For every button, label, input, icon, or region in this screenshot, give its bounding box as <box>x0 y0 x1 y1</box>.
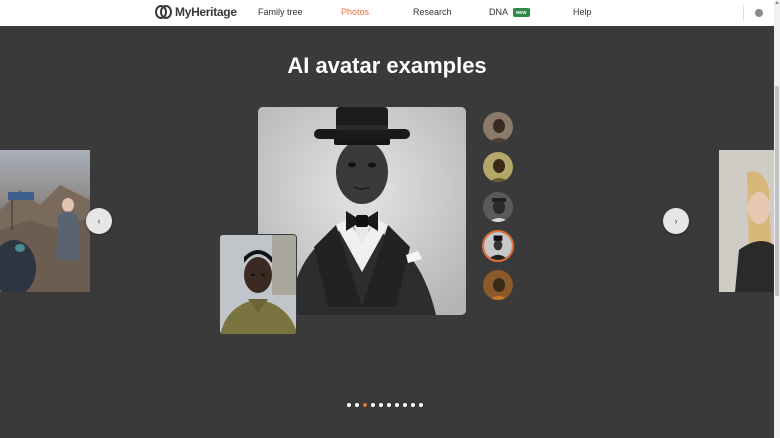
nav-photos[interactable]: Photos <box>341 7 369 17</box>
avatar-thumbnail-image <box>484 232 512 260</box>
next-slide-preview[interactable] <box>719 150 774 292</box>
logo-text: MyHeritage <box>175 5 237 19</box>
pagination-dot[interactable] <box>403 403 407 407</box>
prev-slide-preview[interactable] <box>0 150 90 292</box>
pagination-dot[interactable] <box>419 403 423 407</box>
pagination-dot[interactable] <box>395 403 399 407</box>
avatar-thumbnail-active[interactable] <box>482 230 514 262</box>
avatar-thumbnail[interactable] <box>482 151 514 183</box>
logo-icon <box>155 5 172 19</box>
original-photo <box>219 234 297 335</box>
pagination-dot[interactable] <box>371 403 375 407</box>
avatar-thumbnail-image <box>483 152 513 182</box>
avatar-thumbnail[interactable] <box>482 269 514 301</box>
avatar-thumbnail-image <box>483 112 513 142</box>
pagination-dot-active[interactable] <box>363 403 367 407</box>
nav-dna-label: DNA <box>489 7 509 17</box>
new-badge: NEW <box>513 8 530 17</box>
page-scrollbar[interactable] <box>774 0 780 438</box>
nav-dna[interactable]: DNA NEW <box>489 7 530 17</box>
avatar-thumbnail-image <box>483 270 513 300</box>
pagination-dot[interactable] <box>379 403 383 407</box>
carousel-pagination <box>347 403 423 407</box>
nav-research[interactable]: Research <box>413 7 452 17</box>
avatar-thumbnail[interactable] <box>482 111 514 143</box>
scroll-up-icon[interactable] <box>775 1 779 4</box>
landscape-photo <box>0 185 90 292</box>
section-title: AI avatar examples <box>287 53 487 78</box>
carousel-prev-button[interactable]: ‹ <box>86 208 112 234</box>
nav-divider <box>743 5 744 21</box>
nav-help[interactable]: Help <box>573 7 592 17</box>
avatar-thumbnail[interactable] <box>482 191 514 223</box>
pagination-dot[interactable] <box>355 403 359 407</box>
logo[interactable]: MyHeritage <box>155 5 237 19</box>
avatar-thumbnail-image <box>483 192 513 222</box>
pagination-dot[interactable] <box>387 403 391 407</box>
pagination-dot[interactable] <box>347 403 351 407</box>
carousel-next-button[interactable]: › <box>663 208 689 234</box>
scroll-thumb[interactable] <box>775 86 779 296</box>
top-nav: MyHeritage Family tree Photos Research D… <box>0 0 774 26</box>
pagination-dot[interactable] <box>411 403 415 407</box>
original-portrait-image <box>220 235 296 334</box>
portrait-photo <box>719 150 774 292</box>
account-icon[interactable] <box>755 9 763 17</box>
nav-family-tree[interactable]: Family tree <box>258 7 303 17</box>
